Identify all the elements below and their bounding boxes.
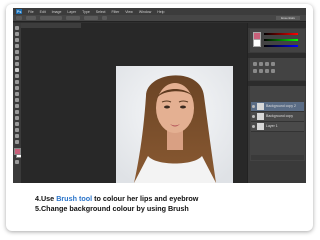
pen-tool-icon[interactable] [15,110,19,114]
eye-icon[interactable] [252,115,255,118]
brush-tool-icon[interactable] [15,68,19,72]
menu-image[interactable]: Image [52,10,62,14]
dodge-tool-icon[interactable] [15,104,19,108]
right-panels: Background copy 2 Background copy Layer … [247,23,306,183]
menu-edit[interactable]: Edit [40,10,46,14]
menu-window[interactable]: Window [139,10,151,14]
foreground-color-swatch[interactable] [14,148,21,155]
panel-background-chip[interactable] [253,39,261,47]
instruction-caption: 4.Use Brush tool to colour her lips and … [35,194,198,214]
tool-preset-picker[interactable] [16,16,22,20]
layer-name: Background copy [266,114,294,118]
zoom-tool-icon[interactable] [15,140,19,144]
shape-tool-icon[interactable] [15,128,19,132]
step-4-suffix: to colour her lips and eyebrow [92,194,199,203]
adjustments-panel [250,58,305,80]
layer-name: Layer 1 [266,124,278,128]
menu-view[interactable]: View [125,10,133,14]
color-panel-tab[interactable] [248,23,306,28]
levels-adjustment-icon[interactable] [259,62,263,66]
airbrush-toggle[interactable] [102,16,107,20]
portrait-photo [116,66,233,183]
mode-dropdown[interactable] [40,16,62,20]
document-image[interactable] [116,66,233,183]
workspace-switcher[interactable]: Essentials [276,16,300,20]
flow-field[interactable] [84,16,98,20]
menu-select[interactable]: Select [96,10,106,14]
instruction-step-5: 5.Change background colour by using Brus… [35,204,189,213]
clone-stamp-tool-icon[interactable] [15,74,19,78]
lasso-tool-icon[interactable] [15,38,19,42]
menu-bar: Ps File Edit Image Layer Type Select Fil… [13,8,306,15]
options-bar: Essentials [13,15,306,22]
photoshop-logo-icon: Ps [16,9,22,14]
menu-help[interactable]: Help [157,10,164,14]
red-slider[interactable] [264,33,298,35]
layer-thumbnail [257,103,264,110]
photoshop-window: Ps File Edit Image Layer Type Select Fil… [13,8,306,183]
exposure-adjustment-icon[interactable] [271,62,275,66]
menu-file[interactable]: File [28,10,34,14]
document-tab[interactable] [21,23,81,28]
tools-panel [13,23,23,183]
layer-thumbnail [257,123,264,130]
green-slider[interactable] [264,39,298,41]
move-tool-icon[interactable] [15,26,19,30]
layers-footer [251,155,304,160]
layer-row[interactable]: Background copy [251,112,304,122]
eraser-tool-icon[interactable] [15,86,19,90]
path-select-tool-icon[interactable] [15,122,19,126]
brush-tool-highlight: Brush tool [56,194,93,203]
menu-type[interactable]: Type [82,10,90,14]
healing-tool-icon[interactable] [15,62,19,66]
color-balance-adjustment-icon[interactable] [259,69,263,73]
layer-row[interactable]: Background copy 2 [251,102,304,112]
layer-thumbnail [257,113,264,120]
brush-size-picker[interactable] [26,16,36,20]
curves-adjustment-icon[interactable] [265,62,269,66]
layer-name: Background copy 2 [266,104,296,108]
eye-icon[interactable] [252,105,255,108]
eye-icon[interactable] [252,125,255,128]
blur-tool-icon[interactable] [15,98,19,102]
brightness-adjustment-icon[interactable] [253,62,257,66]
opacity-field[interactable] [66,16,80,20]
quick-select-tool-icon[interactable] [15,44,19,48]
gradient-tool-icon[interactable] [15,92,19,96]
blue-slider[interactable] [264,45,298,47]
type-tool-icon[interactable] [15,116,19,120]
layer-row[interactable]: Layer 1 [251,122,304,132]
history-brush-tool-icon[interactable] [15,80,19,84]
quick-mask-icon[interactable] [15,160,19,164]
instruction-step-4: 4.Use Brush tool to colour her lips and … [35,194,198,204]
step-4-prefix: 4.Use [35,194,57,203]
color-panel [250,29,305,52]
crop-tool-icon[interactable] [15,50,19,54]
black-white-adjustment-icon[interactable] [265,69,269,73]
photo-filter-adjustment-icon[interactable] [271,69,275,73]
menu-layer[interactable]: Layer [67,10,76,14]
hand-tool-icon[interactable] [15,134,19,138]
menu-filter[interactable]: Filter [112,10,120,14]
canvas-area [21,23,247,183]
hue-saturation-adjustment-icon[interactable] [253,69,257,73]
layers-panel: Background copy 2 Background copy Layer … [250,86,305,161]
eyedropper-tool-icon[interactable] [15,56,19,60]
marquee-tool-icon[interactable] [15,32,19,36]
